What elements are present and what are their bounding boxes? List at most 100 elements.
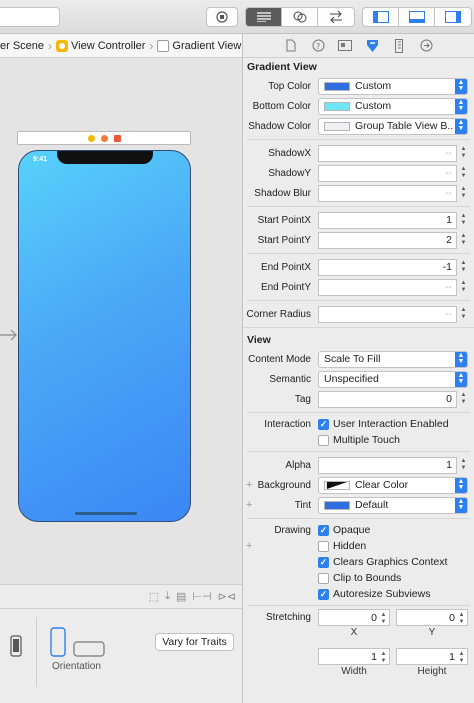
shadow-color-value: Group Table View B... [355, 120, 453, 132]
stepper-icon[interactable]: ▲ ▼ [459, 260, 468, 275]
stretch-x-field[interactable]: 0 ▲ ▼ [318, 609, 390, 626]
stepper-icon[interactable]: ▲ ▼ [459, 233, 468, 248]
vary-for-traits-button[interactable]: Vary for Traits [155, 633, 234, 651]
shadow-color-popup[interactable]: Group Table View B... ▲ ▼ [318, 117, 468, 135]
tag-field[interactable]: 0 [318, 390, 457, 408]
background-popup[interactable]: Clear Color ▲ ▼ [318, 476, 468, 494]
small-phone-icon[interactable] [10, 635, 22, 657]
shadow-blur-field[interactable]: -- [318, 184, 457, 202]
file-icon [286, 39, 296, 52]
stepper-icon[interactable]: ▲ ▼ [459, 146, 468, 161]
breadcrumb-vc-label: View Controller [71, 39, 146, 52]
standard-editor-button[interactable] [246, 8, 282, 26]
help-icon: ? [312, 39, 324, 52]
plus-icon[interactable]: + [246, 479, 252, 491]
stepper-icon[interactable]: ▲ ▼ [379, 650, 388, 665]
breadcrumb-view-label: Gradient View [172, 39, 242, 52]
stepper-icon[interactable]: ▲ ▼ [459, 392, 468, 407]
stepper-icon[interactable]: ▲ ▼ [459, 307, 468, 322]
stretch-x-label: X [350, 627, 358, 638]
storyboard-canvas[interactable]: 9:41 [0, 58, 242, 584]
popup-arrows-icon: ▲ ▼ [455, 351, 467, 367]
jump-bar: er Scene › View Controller › Gradient Vi… [0, 34, 242, 58]
debug-toggle[interactable] [399, 8, 435, 26]
stepper-icon[interactable]: ▲ ▼ [379, 611, 388, 626]
user-interaction-checkbox[interactable]: ✓ User Interaction Enabled [318, 418, 449, 430]
exit-dock-icon[interactable] [113, 134, 121, 142]
popup-arrows-icon: ▲ ▼ [455, 371, 467, 387]
stepper-icon[interactable]: ▲ ▼ [459, 280, 468, 295]
clears-graphics-checkbox[interactable]: ✓ Clears Graphics Context [318, 556, 447, 568]
start-x-field[interactable]: 1 [318, 211, 457, 229]
file-inspector-tab[interactable] [283, 37, 300, 54]
clip-to-bounds-checkbox[interactable]: Clip to Bounds [318, 572, 401, 584]
stepper-icon[interactable]: ▲ ▼ [459, 213, 468, 228]
navigator-toggle[interactable] [363, 8, 399, 26]
breadcrumb-view-controller[interactable]: View Controller [56, 39, 146, 52]
semantic-popup[interactable]: Unspecified ▲ ▼ [318, 370, 468, 388]
scene-dock[interactable] [17, 131, 191, 145]
interaction-label: Interaction [264, 418, 311, 430]
shadow-y-field[interactable]: -- [318, 164, 457, 182]
clears-graphics-text: Clears Graphics Context [333, 556, 448, 568]
breadcrumb-gradient-view[interactable]: Gradient View [157, 39, 242, 52]
hidden-checkbox[interactable]: Hidden [318, 540, 366, 552]
connections-icon [420, 39, 432, 52]
stretch-y-field[interactable]: 0 ▲ ▼ [396, 609, 468, 626]
end-y-row: End PointY -- ▲ ▼ [243, 277, 474, 297]
checkmark-icon: ✓ [318, 418, 329, 430]
view-controller-dock-icon[interactable] [87, 134, 95, 142]
update-frames-icon[interactable]: ⬚ [149, 590, 159, 603]
first-responder-dock-icon[interactable] [100, 134, 108, 142]
content-mode-label: Content Mode [248, 353, 311, 365]
connections-inspector-tab[interactable] [418, 37, 435, 54]
add-constraints-icon[interactable]: ⊢⊣ [192, 590, 211, 603]
content-mode-popup[interactable]: Scale To Fill ▲ ▼ [318, 350, 468, 368]
stepper-icon[interactable]: ▲ ▼ [457, 611, 466, 626]
landscape-orientation-icon[interactable] [73, 641, 105, 657]
stepper-icon[interactable]: ▲ ▼ [459, 458, 468, 473]
start-x-control: 1 ▲ ▼ [318, 211, 468, 229]
stop-button[interactable] [206, 7, 238, 27]
portrait-orientation-icon[interactable] [50, 627, 66, 657]
plus-icon[interactable]: + [246, 540, 252, 552]
tint-popup[interactable]: Default ▲ ▼ [318, 496, 468, 514]
shadow-y-row: ShadowY -- ▲ ▼ [243, 163, 474, 183]
multiple-touch-checkbox[interactable]: Multiple Touch [318, 434, 400, 446]
gradient-view-section-title: Gradient View [247, 61, 317, 73]
shadow-x-field[interactable]: -- [318, 144, 457, 162]
end-x-row: End PointX -1 ▲ ▼ [243, 257, 474, 277]
stretch-width-field[interactable]: 1 ▲ ▼ [318, 648, 390, 665]
resolve-issues-icon[interactable]: ⊳⊲ [218, 590, 236, 603]
opaque-checkbox[interactable]: ✓ Opaque [318, 524, 370, 536]
identity-inspector-tab[interactable] [337, 37, 354, 54]
end-y-field[interactable]: -- [318, 278, 457, 296]
stepper-icon[interactable]: ▲ ▼ [459, 166, 468, 181]
stretch-height-field[interactable]: 1 ▲ ▼ [396, 648, 468, 665]
size-inspector-tab[interactable] [391, 37, 408, 54]
stepper-icon[interactable]: ▲ ▼ [457, 650, 466, 665]
align-icon[interactable]: ▤ [176, 590, 186, 603]
alpha-field[interactable]: 1 [318, 456, 457, 474]
bottom-color-popup[interactable]: Custom ▲ ▼ [318, 97, 468, 115]
version-editor-button[interactable] [318, 8, 354, 26]
attributes-inspector-tab[interactable] [364, 37, 381, 54]
help-inspector-tab[interactable]: ? [310, 37, 327, 54]
plus-icon[interactable]: + [246, 499, 252, 511]
top-color-popup[interactable]: Custom ▲ ▼ [318, 77, 468, 95]
assistant-editor-button[interactable] [282, 8, 318, 26]
embed-in-icon[interactable]: ⤓ [165, 590, 170, 603]
start-x-label: Start PointX [257, 214, 311, 226]
semantic-value: Unspecified [324, 373, 379, 385]
corner-radius-field[interactable]: -- [318, 305, 457, 323]
entry-point-arrow-icon[interactable] [0, 329, 18, 341]
utilities-toggle[interactable] [435, 8, 471, 26]
start-y-field[interactable]: 2 [318, 231, 457, 249]
inspector-tabs: ? [243, 34, 474, 58]
autoresize-checkbox[interactable]: ✓ Autoresize Subviews [318, 588, 430, 600]
stepper-icon[interactable]: ▲ ▼ [459, 186, 468, 201]
end-x-field[interactable]: -1 [318, 258, 457, 276]
scheme-selector[interactable] [0, 7, 60, 27]
breadcrumb-scene[interactable]: er Scene [0, 40, 44, 52]
iphone-device-frame[interactable]: 9:41 [18, 150, 191, 522]
